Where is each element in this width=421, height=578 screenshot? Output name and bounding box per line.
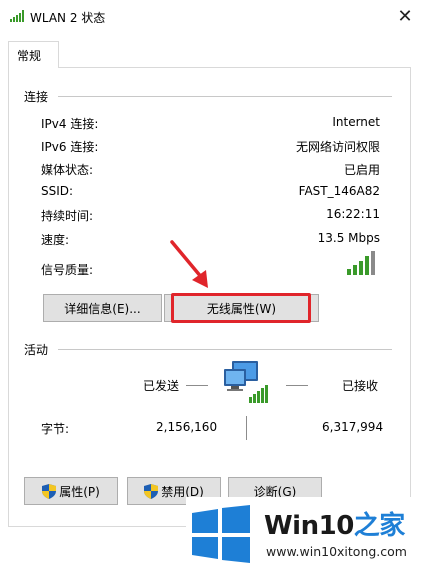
- ssid-label: SSID:: [41, 184, 74, 198]
- ipv4-value: Internet: [332, 115, 380, 129]
- speed-value: 13.5 Mbps: [317, 231, 380, 245]
- ipv6-label: IPv6 连接:: [41, 140, 99, 154]
- wifi-signal-icon: [10, 10, 24, 22]
- ssid-value: FAST_146A82: [298, 184, 380, 198]
- network-status-dialog: WLAN 2 状态 ✕ 常规 连接 IPv4 连接: Internet IPv6…: [0, 0, 421, 578]
- received-label: 已接收: [342, 379, 379, 393]
- bytes-label: 字节:: [41, 422, 70, 436]
- properties-button[interactable]: 属性(P): [24, 477, 118, 505]
- watermark-brand: Win10之家: [264, 505, 405, 542]
- close-button[interactable]: ✕: [392, 4, 418, 30]
- uac-shield-icon: [144, 483, 159, 499]
- watermark: Win10之家 www.win10xitong.com: [186, 497, 421, 578]
- annotation-arrow-icon: [170, 240, 208, 288]
- windows-logo-icon: [192, 505, 250, 563]
- uac-shield-icon: [42, 483, 57, 499]
- properties-button-label: 属性(P): [59, 484, 100, 499]
- ipv4-label: IPv4 连接:: [41, 117, 99, 131]
- signal-quality-label: 信号质量:: [41, 263, 94, 277]
- signal-strength-icon: [347, 251, 375, 275]
- connection-divider: [58, 96, 392, 97]
- details-button[interactable]: 详细信息(E)...: [43, 294, 162, 322]
- highlight-annotation-box: [171, 293, 311, 323]
- received-line: [286, 385, 308, 386]
- tab-general[interactable]: 常规: [8, 41, 59, 68]
- media-state-label: 媒体状态:: [41, 163, 94, 177]
- window-title: WLAN 2 状态: [30, 11, 106, 25]
- watermark-brand-prefix: Win10: [264, 511, 354, 541]
- connection-section-label: 连接: [24, 90, 49, 104]
- bytes-sent-value: 2,156,160: [156, 420, 218, 434]
- close-icon: ✕: [397, 6, 413, 27]
- network-computer-icon: [224, 361, 268, 403]
- sent-line: [186, 385, 208, 386]
- title-bar: WLAN 2 状态 ✕: [0, 0, 421, 34]
- ipv6-value: 无网络访问权限: [295, 140, 380, 154]
- details-button-label: 详细信息(E)...: [64, 301, 141, 316]
- activity-section-label: 活动: [24, 343, 49, 357]
- watermark-brand-suffix: 之家: [353, 511, 406, 541]
- sent-label: 已发送: [143, 379, 180, 393]
- bytes-divider: [246, 416, 247, 440]
- media-state-value: 已启用: [343, 163, 380, 177]
- activity-divider: [58, 349, 392, 350]
- duration-value: 16:22:11: [326, 207, 380, 221]
- tab-general-label: 常规: [17, 49, 42, 63]
- bytes-received-value: 6,317,994: [322, 420, 384, 434]
- duration-label: 持续时间:: [41, 209, 94, 223]
- speed-label: 速度:: [41, 233, 70, 247]
- watermark-url: www.win10xitong.com: [266, 544, 407, 559]
